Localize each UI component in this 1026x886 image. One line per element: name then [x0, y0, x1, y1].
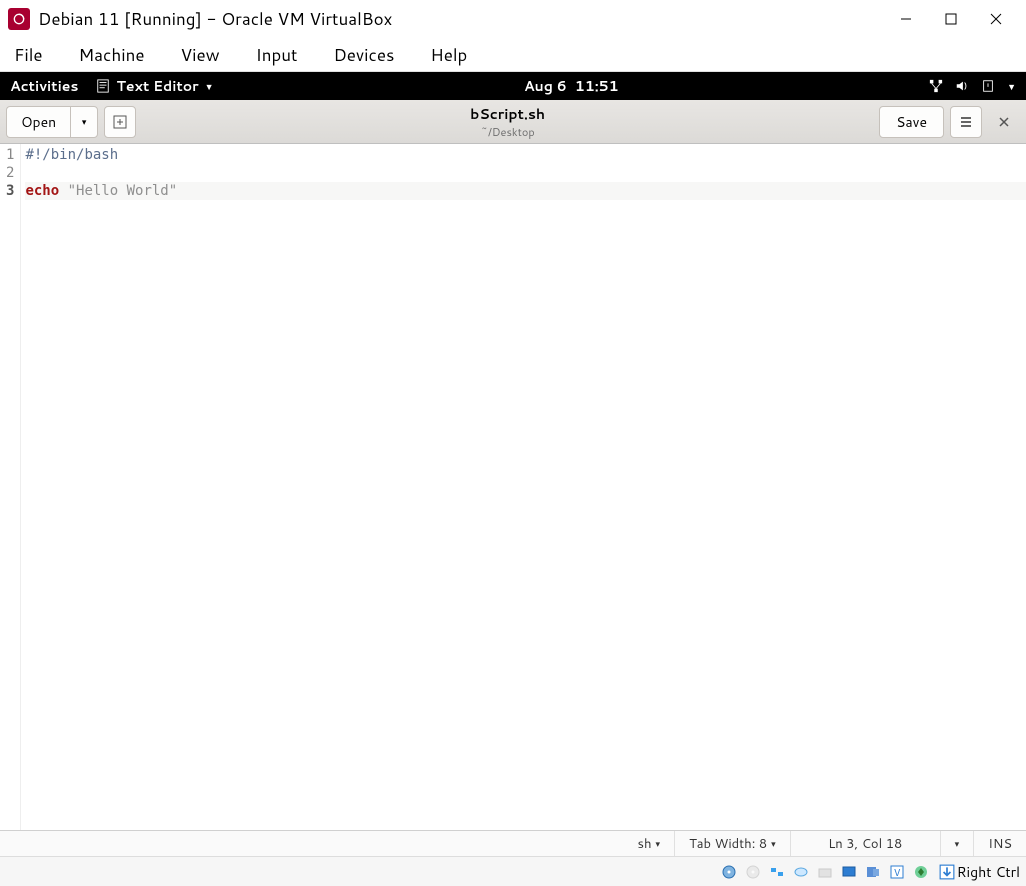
minimize-button[interactable] — [883, 4, 928, 34]
cursor-position: Ln 3, Col 18 — [790, 831, 940, 856]
gedit-close-button[interactable] — [988, 106, 1020, 138]
chevron-down-icon: ▼ — [205, 80, 214, 93]
code-content[interactable]: #!/bin/bashecho "Hello World" — [21, 144, 1026, 830]
vbox-window-title: Debian 11 [Running] - Oracle VM VirtualB… — [38, 7, 883, 31]
line-number-gutter: 123 — [0, 144, 21, 830]
system-tray[interactable]: ▼ — [929, 79, 1016, 93]
guest-additions-icon[interactable]: V — [887, 862, 907, 882]
gedit-title-area: bScript.sh ~/Desktop — [136, 104, 879, 140]
vbox-menubar: File Machine View Input Devices Help — [0, 38, 1026, 72]
chevron-down-icon: ▾ — [771, 837, 776, 850]
editor-area[interactable]: 123 #!/bin/bashecho "Hello World" — [0, 144, 1026, 830]
display-icon[interactable] — [839, 862, 859, 882]
document-path: ~/Desktop — [136, 124, 879, 140]
power-icon — [981, 79, 995, 93]
maximize-button[interactable] — [928, 4, 973, 34]
active-app-indicator[interactable]: Text Editor ▼ — [96, 76, 213, 96]
chevron-down-icon: ▾ — [955, 837, 960, 850]
close-button[interactable] — [973, 4, 1018, 34]
menu-input[interactable]: Input — [250, 39, 304, 71]
menu-file[interactable]: File — [8, 39, 49, 71]
hard-disk-icon[interactable] — [719, 862, 739, 882]
panel-date: Aug 6 — [524, 76, 567, 96]
menu-machine[interactable]: Machine — [73, 39, 151, 71]
mouse-integration-icon[interactable] — [911, 862, 931, 882]
recording-icon[interactable] — [863, 862, 883, 882]
new-tab-button[interactable] — [104, 106, 136, 138]
open-button[interactable]: Open — [6, 106, 70, 138]
language-selector[interactable]: sh▾ — [624, 831, 675, 856]
usb-icon[interactable] — [791, 862, 811, 882]
chevron-down-icon: ▼ — [1007, 80, 1016, 93]
active-app-name: Text Editor — [116, 76, 198, 96]
vbox-statusbar: V Right Ctrl — [0, 856, 1026, 886]
host-key-indicator[interactable]: Right Ctrl — [939, 862, 1020, 882]
clock-area[interactable]: Aug 6 11:51 — [214, 76, 930, 96]
cursor-mode-dropdown[interactable]: ▾ — [940, 831, 974, 856]
chevron-down-icon: ▾ — [82, 115, 87, 128]
optical-drive-icon[interactable] — [743, 862, 763, 882]
tab-width-selector[interactable]: Tab Width: 8▾ — [674, 831, 790, 856]
save-button[interactable]: Save — [879, 106, 944, 138]
hamburger-menu-button[interactable] — [950, 106, 982, 138]
network-icon — [929, 79, 943, 93]
debian-icon — [8, 8, 30, 30]
gnome-top-panel: Activities Text Editor ▼ Aug 6 11:51 ▼ — [0, 72, 1026, 100]
network-adapter-icon[interactable] — [767, 862, 787, 882]
menu-devices[interactable]: Devices — [327, 39, 400, 71]
arrow-down-icon — [939, 864, 955, 880]
insert-mode[interactable]: INS — [973, 831, 1026, 856]
gedit-headerbar: Open ▾ bScript.sh ~/Desktop Save — [0, 100, 1026, 144]
vbox-titlebar: Debian 11 [Running] - Oracle VM VirtualB… — [0, 0, 1026, 38]
text-editor-icon — [96, 79, 110, 93]
panel-time: 11:51 — [575, 76, 619, 96]
shared-folder-icon[interactable] — [815, 862, 835, 882]
new-document-icon — [112, 114, 128, 130]
close-icon — [998, 116, 1010, 128]
svg-text:V: V — [893, 866, 900, 880]
activities-button[interactable]: Activities — [10, 76, 78, 96]
chevron-down-icon: ▾ — [656, 837, 661, 850]
document-filename: bScript.sh — [136, 104, 879, 124]
menu-help[interactable]: Help — [424, 39, 473, 71]
volume-icon — [955, 79, 969, 93]
gedit-statusbar: sh▾ Tab Width: 8▾ Ln 3, Col 18 ▾ INS — [0, 830, 1026, 856]
open-dropdown-button[interactable]: ▾ — [70, 106, 98, 138]
hamburger-icon — [959, 115, 973, 129]
menu-view[interactable]: View — [175, 39, 226, 71]
